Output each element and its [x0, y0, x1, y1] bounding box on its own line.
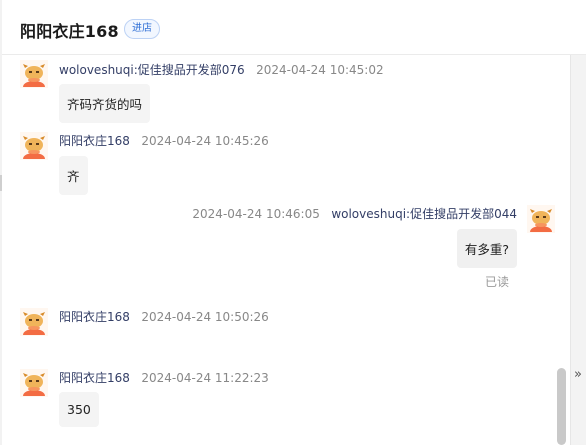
sender-name: woloveshuqi:促佳搜品开发部076	[59, 63, 245, 77]
chat-header: 阳阳衣庄168 进店	[2, 0, 586, 55]
avatar-icon[interactable]	[20, 308, 48, 336]
scrollbar-thumb[interactable]	[557, 368, 566, 445]
sender-name: 阳阳衣庄168	[59, 134, 130, 148]
message-time: 2024-04-24 10:45:02	[256, 63, 384, 77]
message-time: 2024-04-24 11:22:23	[141, 371, 269, 385]
message-time: 2024-04-24 10:45:26	[141, 134, 269, 148]
message-time: 2024-04-24 10:50:26	[141, 310, 269, 324]
sender-name: 阳阳衣庄168	[59, 371, 130, 385]
message-time: 2024-04-24 10:46:05	[192, 207, 320, 221]
message-bubble: 350	[59, 392, 99, 427]
sender-name: woloveshuqi:促佳搜品开发部044	[331, 207, 517, 221]
avatar-icon[interactable]	[20, 132, 48, 160]
message-bubble: 齐	[59, 156, 88, 195]
message-bubble: 齐码齐货的吗	[59, 84, 151, 123]
avatar-icon[interactable]	[20, 369, 48, 397]
enter-shop-button[interactable]: 进店	[124, 19, 160, 39]
read-status: 已读	[484, 275, 509, 289]
avatar-icon[interactable]	[527, 205, 555, 233]
avatar-icon[interactable]	[20, 60, 48, 88]
sender-name: 阳阳衣庄168	[59, 310, 130, 324]
shop-name: 阳阳衣庄168	[20, 22, 119, 41]
message-meta: 阳阳衣庄168 2024-04-24 10:50:26	[59, 308, 269, 325]
message-meta: 阳阳衣庄168 2024-04-24 11:22:23	[59, 369, 269, 386]
message-meta: 2024-04-24 10:46:05 woloveshuqi:促佳搜品开发部0…	[192, 205, 517, 222]
chat-panel: 阳阳衣庄168 进店 woloveshuqi:促佳搜品开发部076 2024-0…	[2, 0, 586, 445]
message-list[interactable]: woloveshuqi:促佳搜品开发部076 2024-04-24 10:45:…	[2, 55, 586, 445]
chevron-double-right-icon[interactable]: »	[570, 364, 586, 386]
message-bubble: 有多重?	[456, 229, 517, 268]
message-meta: 阳阳衣庄168 2024-04-24 10:45:26	[59, 132, 269, 149]
side-panel-strip	[570, 55, 586, 445]
message-meta: woloveshuqi:促佳搜品开发部076 2024-04-24 10:45:…	[59, 61, 384, 78]
